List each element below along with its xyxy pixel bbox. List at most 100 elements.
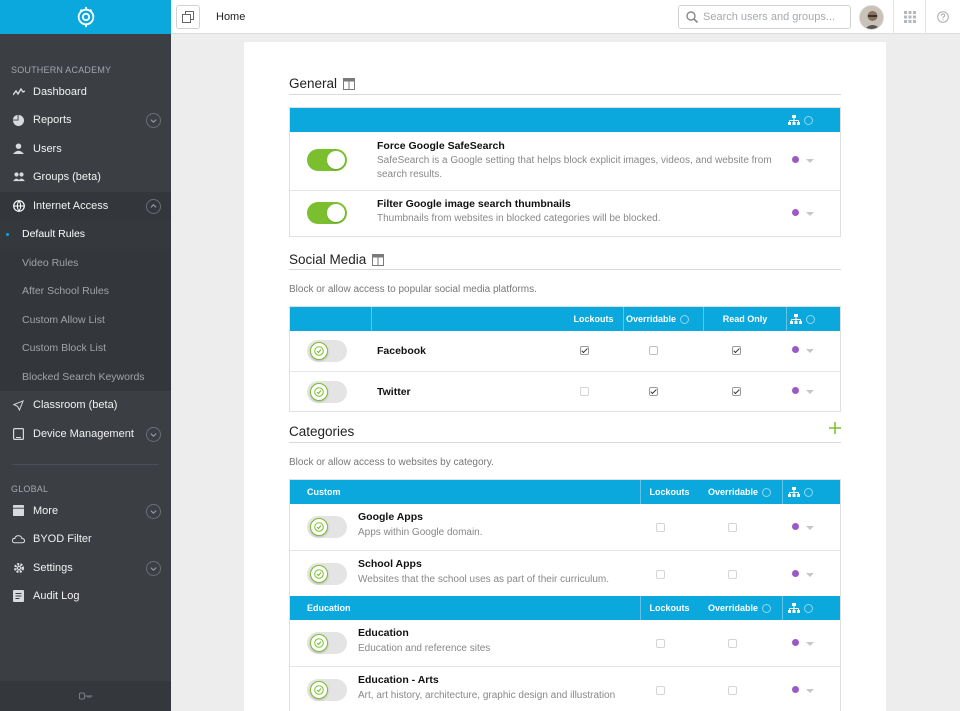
add-category-button[interactable] [827, 420, 843, 436]
lockouts-checkbox[interactable] [656, 523, 665, 532]
policy-dot[interactable] [792, 156, 799, 163]
search-icon [686, 11, 698, 23]
info-icon [806, 314, 815, 324]
nav-device-management[interactable]: Device Management [0, 420, 171, 449]
education-arts-toggle[interactable] [307, 679, 347, 701]
facebook-read-only-checkbox[interactable] [732, 346, 741, 355]
chevron-down-icon[interactable] [146, 426, 161, 442]
info-table-icon[interactable] [343, 77, 356, 90]
caret-down-icon[interactable] [806, 212, 814, 216]
nav-audit-log[interactable]: Audit Log [0, 582, 171, 611]
school-apps-toggle[interactable] [307, 563, 347, 585]
hierarchy-icon[interactable] [788, 108, 813, 132]
twitter-read-only-checkbox[interactable] [732, 387, 741, 396]
education-toggle[interactable] [307, 632, 347, 654]
nav-label: Classroom (beta) [33, 399, 118, 412]
chevron-up-icon[interactable] [146, 198, 161, 214]
google-apps-toggle[interactable] [307, 516, 347, 538]
hierarchy-icon[interactable] [788, 596, 813, 620]
nav-label: Settings [33, 561, 73, 574]
nav-settings[interactable]: Settings [0, 554, 171, 583]
table-row: Filter Google image search thumbnails Th… [290, 190, 840, 236]
facebook-lockouts-checkbox[interactable] [580, 346, 589, 355]
grid-icon [903, 11, 916, 23]
overridable-checkbox[interactable] [728, 686, 737, 695]
nav-more[interactable]: More [0, 497, 171, 526]
caret-down-icon[interactable] [806, 349, 814, 353]
caret-down-icon[interactable] [806, 642, 814, 646]
group-name: Custom [307, 487, 341, 497]
sub-blocked-search-keywords[interactable]: Blocked Search Keywords [0, 362, 171, 391]
user-icon [12, 142, 25, 155]
image-thumbnail-toggle[interactable] [307, 202, 347, 224]
toggle-sidebar-button[interactable] [176, 5, 200, 29]
sub-custom-block-list[interactable]: Custom Block List [0, 334, 171, 363]
app-logo[interactable] [0, 0, 171, 34]
table-row: Facebook [290, 331, 840, 371]
nav-label: Internet Access [33, 199, 109, 212]
lockouts-checkbox[interactable] [656, 686, 665, 695]
sub-after-school-rules[interactable]: After School Rules [0, 277, 171, 306]
help-button[interactable] [925, 0, 960, 34]
caret-down-icon[interactable] [806, 526, 814, 530]
policy-dot[interactable] [792, 209, 799, 216]
hierarchy-icon[interactable] [790, 307, 815, 331]
search-box[interactable] [678, 5, 851, 29]
table-row: Education Education and reference sites [290, 620, 840, 666]
general-table: Force Google SafeSearch SafeSearch is a … [289, 107, 841, 237]
row-title: Education - Arts [358, 674, 439, 686]
policy-dot[interactable] [792, 686, 799, 693]
lockouts-checkbox[interactable] [656, 639, 665, 648]
policy-dot[interactable] [792, 570, 799, 577]
nav-reports[interactable]: Reports [0, 106, 171, 135]
search-input[interactable] [703, 11, 843, 23]
row-title: Google Apps [358, 511, 423, 523]
row-title: School Apps [358, 558, 422, 570]
chevron-down-icon[interactable] [146, 560, 161, 576]
nav-users[interactable]: Users [0, 135, 171, 164]
avatar[interactable] [859, 5, 884, 30]
twitter-toggle[interactable] [307, 381, 347, 403]
overridable-checkbox[interactable] [728, 570, 737, 579]
nav-label: Groups (beta) [33, 171, 101, 184]
nav-dashboard[interactable]: Dashboard [0, 78, 171, 107]
col-overridable: Overridable [708, 596, 788, 620]
row-desc: Websites that the school uses as part of… [358, 574, 610, 585]
col-overridable: Overridable [626, 307, 698, 331]
policy-dot[interactable] [792, 387, 799, 394]
policy-dot[interactable] [792, 346, 799, 353]
caret-down-icon[interactable] [806, 573, 814, 577]
nav-groups[interactable]: Groups (beta) [0, 163, 171, 192]
twitter-lockouts-checkbox[interactable] [580, 387, 589, 396]
caret-down-icon[interactable] [806, 689, 814, 693]
chevron-down-icon[interactable] [146, 113, 161, 128]
apps-grid-button[interactable] [893, 0, 925, 34]
chevron-down-icon[interactable] [146, 503, 161, 519]
facebook-toggle[interactable] [307, 340, 347, 362]
overridable-checkbox[interactable] [728, 639, 737, 648]
global-label: GLOBAL [11, 484, 49, 494]
policy-dot[interactable] [792, 639, 799, 646]
sub-default-rules[interactable]: Default Rules [0, 220, 171, 249]
hierarchy-icon[interactable] [788, 480, 813, 504]
sub-video-rules[interactable]: Video Rules [0, 248, 171, 277]
info-table-icon[interactable] [372, 253, 385, 266]
safesearch-toggle[interactable] [307, 149, 347, 171]
facebook-overridable-checkbox[interactable] [649, 346, 658, 355]
info-icon [762, 488, 772, 498]
check-icon [314, 346, 324, 356]
nav-internet-access[interactable]: Internet Access [0, 191, 171, 220]
caret-down-icon[interactable] [806, 159, 814, 163]
collapse-sidebar-button[interactable] [0, 681, 171, 711]
lockouts-checkbox[interactable] [656, 570, 665, 579]
check-icon [314, 522, 324, 532]
nav-classroom[interactable]: Classroom (beta) [0, 391, 171, 420]
twitter-overridable-checkbox[interactable] [649, 387, 658, 396]
sub-custom-allow-list[interactable]: Custom Allow List [0, 305, 171, 334]
info-icon [804, 115, 813, 125]
overridable-checkbox[interactable] [728, 523, 737, 532]
nav-byod-filter[interactable]: BYOD Filter [0, 525, 171, 554]
caret-down-icon[interactable] [806, 390, 814, 394]
users-icon [12, 171, 25, 184]
policy-dot[interactable] [792, 523, 799, 530]
